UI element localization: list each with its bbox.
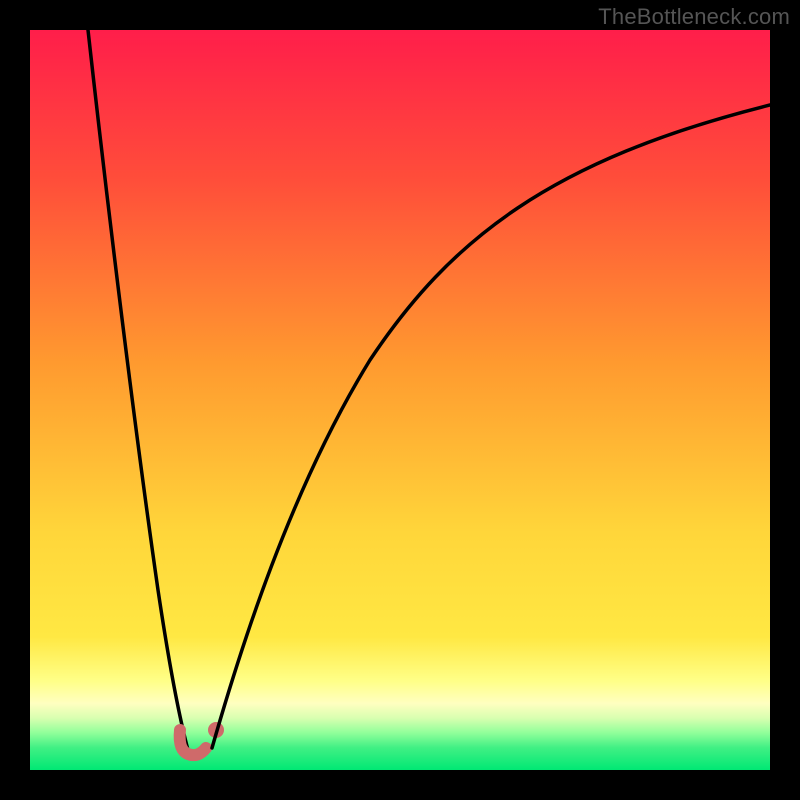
curve-left-branch	[88, 30, 188, 750]
plot-area	[30, 30, 770, 770]
curve-right-branch	[212, 105, 770, 748]
chart-frame: TheBottleneck.com	[0, 0, 800, 800]
bottleneck-curve	[30, 30, 770, 770]
watermark-text: TheBottleneck.com	[598, 4, 790, 30]
